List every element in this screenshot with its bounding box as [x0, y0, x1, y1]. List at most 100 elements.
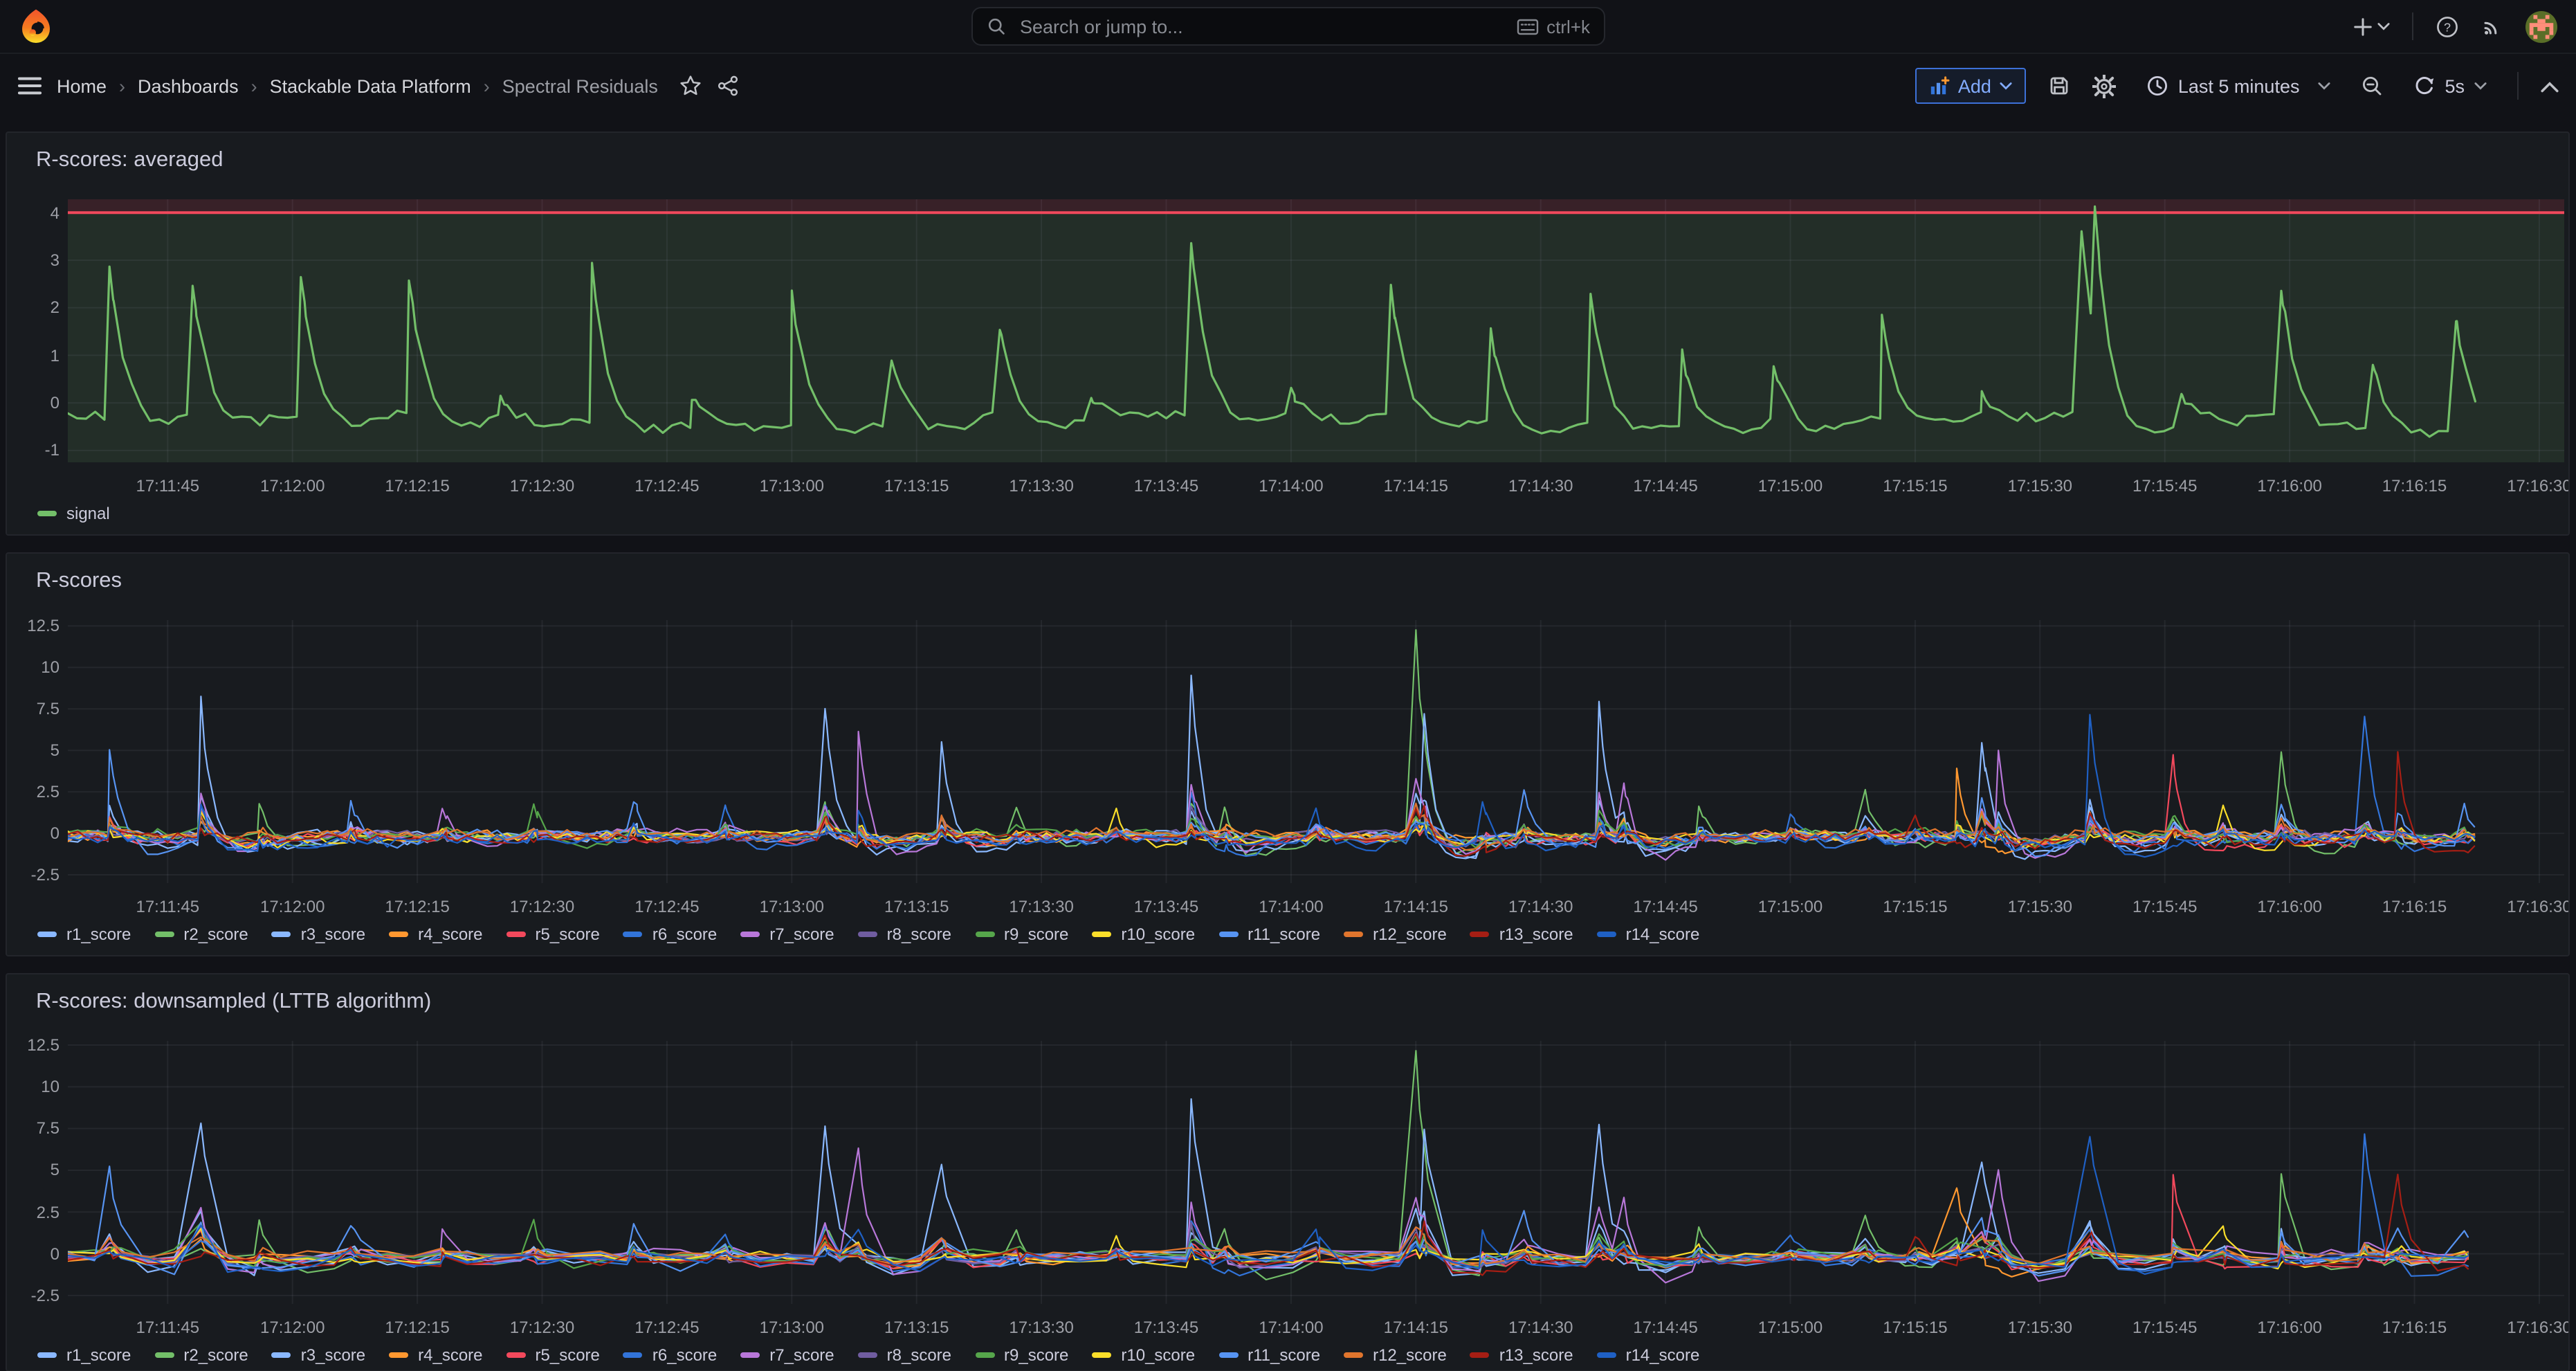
legend-item-r7_score[interactable]: r7_score [740, 925, 834, 944]
legend: signal [37, 504, 2555, 523]
divider [2517, 72, 2519, 100]
grafana-app: ctrl+k ? [0, 0, 2576, 1371]
legend-item-r3_score[interactable]: r3_score [272, 1345, 365, 1365]
legend-color-pill [1344, 1352, 1363, 1358]
legend-color-pill [975, 1352, 994, 1358]
legend-item-r5_score[interactable]: r5_score [506, 1345, 600, 1365]
breadcrumb-home[interactable]: Home [57, 75, 107, 96]
x-axis-tick-label: 17:15:15 [1883, 897, 1947, 916]
breadcrumb-separator: › [251, 75, 257, 96]
legend-label: r3_score [301, 925, 365, 944]
legend-item-r7_score[interactable]: r7_score [740, 1345, 834, 1365]
x-axis-tick-label: 17:13:15 [884, 1318, 949, 1337]
legend-item-r8_score[interactable]: r8_score [858, 925, 951, 944]
legend-item-r11_score[interactable]: r11_score [1218, 925, 1320, 944]
x-axis-tick-label: 17:14:30 [1508, 1318, 1573, 1337]
y-axis-tick-label: 2.5 [7, 1202, 60, 1222]
x-axis-tick-label: 17:15:00 [1758, 476, 1823, 496]
x-axis-tick-label: 17:11:45 [136, 1318, 199, 1337]
rss-icon [2481, 15, 2503, 37]
user-avatar[interactable] [2525, 10, 2557, 42]
panel-title[interactable]: R-scores: averaged [36, 148, 223, 173]
legend-item-r14_score[interactable]: r14_score [1597, 1345, 1700, 1365]
chevron-down-icon [2000, 81, 2012, 91]
breadcrumb-folder[interactable]: Stackable Data Platform [270, 75, 471, 96]
x-axis-tick-label: 17:11:45 [136, 897, 199, 916]
legend-item-r14_score[interactable]: r14_score [1597, 925, 1700, 944]
search-input[interactable] [1017, 15, 1505, 38]
x-axis-tick-label: 17:15:00 [1758, 1318, 1823, 1337]
legend-item-r10_score[interactable]: r10_score [1092, 1345, 1195, 1365]
x-axis-tick-label: 17:13:00 [760, 897, 824, 916]
legend-item-r3_score[interactable]: r3_score [272, 925, 365, 944]
new-button[interactable] [2353, 16, 2390, 37]
add-panel-button[interactable]: Add [1915, 68, 2026, 104]
y-axis-tick-label: 3 [7, 251, 60, 270]
share-icon [718, 75, 740, 97]
time-range-picker[interactable]: Last 5 minutes [2138, 73, 2339, 98]
legend-item-r6_score[interactable]: r6_score [623, 925, 717, 944]
series-line-r2_score [68, 1051, 2468, 1280]
legend-color-pill [37, 1352, 57, 1358]
x-axis-tick-label: 17:12:30 [510, 476, 574, 496]
x-axis-tick-label: 17:14:45 [1633, 897, 1697, 916]
x-axis-tick-label: 17:12:00 [260, 897, 325, 916]
legend-item-r11_score[interactable]: r11_score [1218, 1345, 1320, 1365]
legend-label: r4_score [418, 1345, 482, 1365]
save-dashboard-button[interactable] [2048, 75, 2070, 97]
breadcrumb-separator: › [484, 75, 490, 96]
legend-item-r4_score[interactable]: r4_score [389, 1345, 482, 1365]
x-axis-tick-label: 17:13:45 [1134, 897, 1198, 916]
legend-item-r4_score[interactable]: r4_score [389, 925, 482, 944]
x-axis-tick-label: 17:16:30 [2507, 1318, 2570, 1337]
legend-item-r12_score[interactable]: r12_score [1344, 925, 1447, 944]
menu-button[interactable] [18, 76, 42, 96]
dashboard-settings-button[interactable] [2092, 74, 2116, 98]
x-axis-tick-label: 17:12:00 [260, 1318, 325, 1337]
favorite-button[interactable] [680, 75, 702, 97]
legend-item-r12_score[interactable]: r12_score [1344, 1345, 1447, 1365]
legend-item-r1_score[interactable]: r1_score [37, 1345, 131, 1365]
x-axis-tick-label: 17:16:30 [2507, 897, 2570, 916]
legend-item-r6_score[interactable]: r6_score [623, 1345, 717, 1365]
legend-item-r13_score[interactable]: r13_score [1470, 1345, 1573, 1365]
x-axis-tick-label: 17:16:30 [2507, 476, 2570, 496]
x-axis-tick-label: 17:13:30 [1009, 476, 1073, 496]
help-button[interactable]: ? [2436, 15, 2459, 38]
legend-item-r13_score[interactable]: r13_score [1470, 925, 1573, 944]
x-axis-tick-label: 17:14:00 [1259, 897, 1323, 916]
news-button[interactable] [2481, 15, 2503, 37]
legend-label: r14_score [1626, 925, 1700, 944]
grafana-logo[interactable] [19, 8, 53, 44]
x-axis-tick-label: 17:13:15 [884, 897, 949, 916]
legend-item-r2_score[interactable]: r2_score [154, 1345, 248, 1365]
search-bar[interactable]: ctrl+k [971, 7, 1605, 46]
x-axis-tick-label: 17:12:45 [634, 476, 699, 496]
y-axis-tick-label: 2 [7, 298, 60, 318]
series-line-r2_score [68, 630, 2474, 855]
legend-color-pill [1470, 1352, 1490, 1358]
kiosk-mode-button[interactable] [2541, 80, 2559, 92]
legend-item-r8_score[interactable]: r8_score [858, 1345, 951, 1365]
breadcrumb-dashboards[interactable]: Dashboards [138, 75, 239, 96]
refresh-button[interactable]: 5s [2404, 73, 2495, 98]
legend-color-pill [1092, 932, 1111, 937]
legend: r1_score r2_score r3_score r4_score r5_score… [37, 925, 2555, 944]
legend-item-r5_score[interactable]: r5_score [506, 925, 600, 944]
legend-item-signal[interactable]: signal [37, 504, 110, 523]
zoom-out-button[interactable] [2360, 75, 2382, 97]
refresh-icon [2413, 75, 2435, 97]
panel-title[interactable]: R-scores: downsampled (LTTB algorithm) [36, 990, 431, 1015]
legend-item-r1_score[interactable]: r1_score [37, 925, 131, 944]
legend-item-r9_score[interactable]: r9_score [975, 925, 1068, 944]
legend-item-r2_score[interactable]: r2_score [154, 925, 248, 944]
x-axis-tick-label: 17:15:00 [1758, 897, 1823, 916]
panel-title[interactable]: R-scores [36, 569, 122, 594]
legend-item-r10_score[interactable]: r10_score [1092, 925, 1195, 944]
panel-rscores-downsampled: R-scores: downsampled (LTTB algorithm) 1… [6, 973, 2570, 1371]
share-button[interactable] [718, 75, 740, 97]
legend-item-r9_score[interactable]: r9_score [975, 1345, 1068, 1365]
x-axis-tick-label: 17:16:15 [2382, 1318, 2447, 1337]
chart-plot-area [68, 1041, 2564, 1304]
legend-label: r14_score [1626, 1345, 1700, 1365]
